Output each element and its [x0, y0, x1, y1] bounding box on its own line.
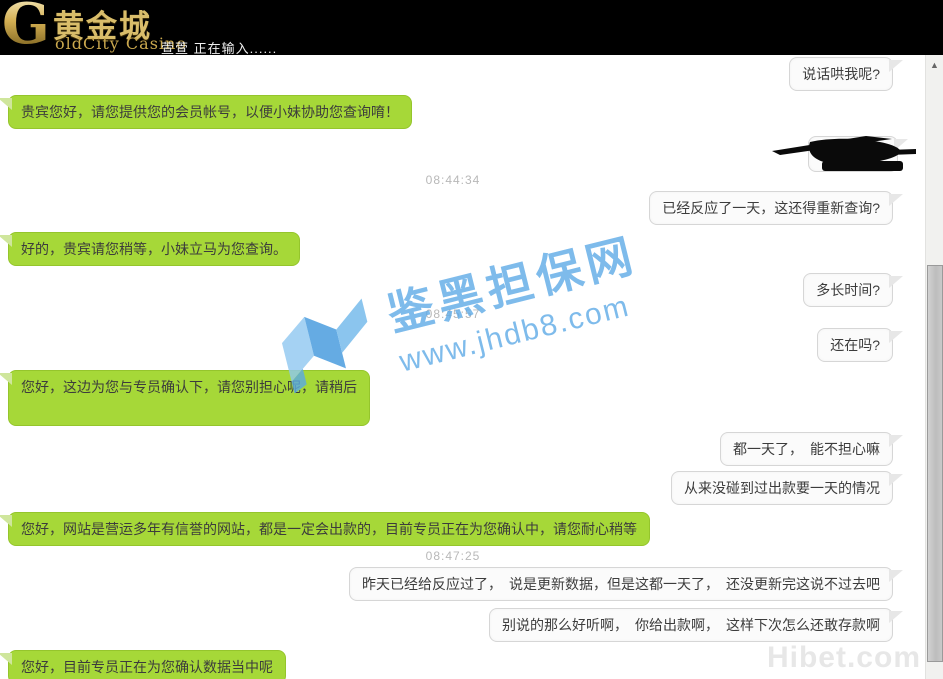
customer-message: 说话哄我呢?: [789, 57, 893, 91]
customer-message: 还在吗?: [817, 328, 893, 362]
customer-message: 都一天了， 能不担心嘛: [720, 432, 893, 466]
customer-message: 从来没碰到过出款要一天的情况: [671, 471, 893, 505]
timestamp: 08:45:57: [393, 307, 513, 321]
customer-message: 多长时间?: [803, 273, 893, 307]
scrollbar-thumb[interactable]: [927, 265, 943, 662]
timestamp: 08:47:25: [393, 549, 513, 563]
customer-message: 已经反应了一天，这还得重新查询?: [649, 191, 893, 225]
agent-message: 您好，网站是营运多年有信誉的网站，都是一定会出款的，目前专员正在为您确认中，请您…: [8, 512, 650, 546]
timestamp: 08:44:34: [393, 173, 513, 187]
agent-message: 您好，目前专员正在为您确认数据当中呢: [8, 650, 286, 679]
customer-message: 昨天已经给反应过了， 说是更新数据，但是这都一天了， 还没更新完这说不过去吧: [349, 567, 893, 601]
agent-message: 贵宾您好，请您提供您的会员帐号，以便小妹协助您查询唷！: [8, 95, 412, 129]
scroll-up-arrow-icon[interactable]: ▲: [926, 58, 943, 72]
casino-logo-g-icon: G: [2, 0, 50, 54]
typing-status: 萱萱 正在输入......: [161, 38, 277, 57]
agent-message: 您好，这边为您与专员确认下，请您别担心呢，请稍后: [8, 370, 370, 426]
header: G 黄金城 oldCity Casino 萱萱 正在输入......: [0, 0, 943, 55]
corner-watermark: Hibet.com: [767, 641, 921, 675]
customer-message: 别说的那么好听啊， 你给出款啊， 这样下次怎么还敢存款啊: [489, 608, 893, 642]
watermark-site-url: www.jhdb8.com: [396, 285, 652, 380]
watermark-site-name: 鉴黑担保网: [380, 219, 643, 345]
chat-scrollbar[interactable]: ▲: [925, 55, 943, 679]
agent-message: 好的，贵宾请您稍等，小妹立马为您查询。: [8, 232, 300, 266]
redaction-scribble: [770, 130, 918, 178]
chat-window: G 黄金城 oldCity Casino 萱萱 正在输入...... 说话哄我呢…: [0, 0, 943, 679]
